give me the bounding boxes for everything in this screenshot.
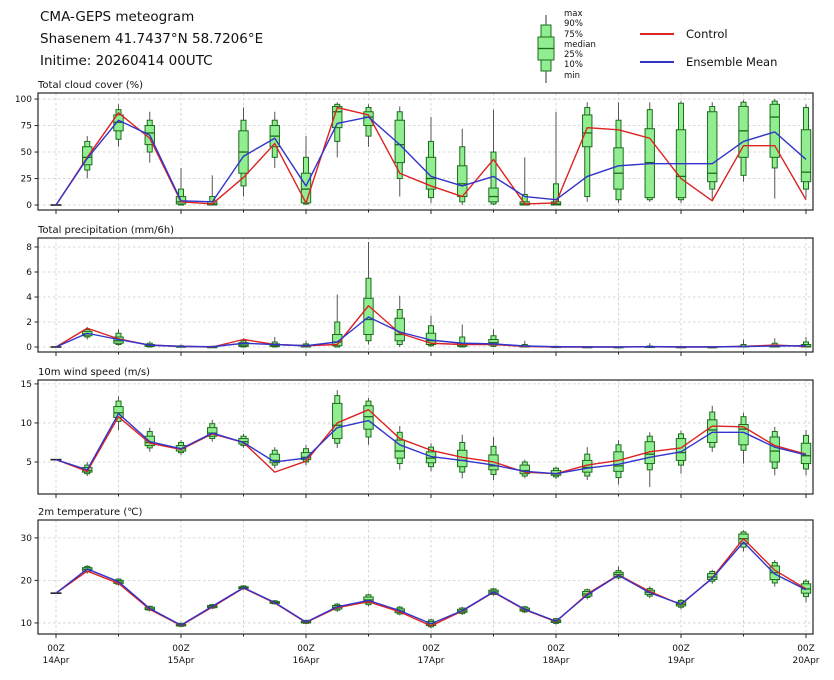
boxplot [270, 447, 279, 468]
x-tick-label-date: 18Apr [542, 656, 569, 666]
boxplot [114, 104, 123, 146]
boxplot [770, 427, 779, 475]
boxplot [333, 390, 342, 448]
boxplot [239, 108, 248, 197]
panel-frame [38, 238, 813, 352]
y-tick-label: 4 [26, 293, 32, 303]
boxplot [739, 413, 748, 464]
y-tick-label: 0 [26, 343, 32, 353]
x-tick-label-time: 00Z [547, 644, 565, 654]
boxplot [489, 110, 498, 205]
x-tick-label-date: 16Apr [292, 656, 319, 666]
boxplot [270, 337, 279, 347]
panel-temperature-2m: 2m temperature (℃) 10 20 30 [21, 507, 813, 638]
y-tick-label: 50 [21, 148, 33, 158]
x-tick-label-time: 00Z [797, 644, 815, 654]
x-tick-label-date: 20Apr [792, 656, 819, 666]
panel-title: Total precipitation (mm/6h) [37, 225, 174, 236]
x-tick-label-date: 14Apr [42, 656, 69, 666]
y-tick-label: 6 [26, 268, 32, 278]
ensemble-mean-line [56, 542, 806, 625]
meteogram-panels: Total cloud cover (%)0255075100Total pre… [0, 0, 834, 680]
x-tick-label-time: 00Z [172, 644, 190, 654]
x-tick-label-date: 17Apr [417, 656, 444, 666]
panel-total-precipitation: Total precipitation (mm/6h) 0 2 4 6 8 [26, 225, 813, 356]
y-tick-label: 100 [15, 95, 32, 105]
y-tick-label: 25 [21, 175, 32, 185]
y-axis: 0 2 4 6 8 [26, 243, 38, 353]
y-axis: 10 20 30 [21, 534, 38, 629]
y-tick-label: 30 [21, 534, 33, 544]
x-tick-label-time: 00Z [672, 644, 690, 654]
boxplot [614, 102, 623, 203]
panel-total-cloud-cover: Total cloud cover (%) 0 25 50 75 100 [15, 80, 813, 214]
boxplot [489, 437, 498, 480]
meteogram-page: CMA-GEPS meteogram Shasenem 41.7437°N 58… [0, 0, 834, 680]
gridlines [38, 238, 813, 352]
y-tick-label: 10 [21, 619, 33, 629]
boxplot [645, 432, 654, 487]
boxplot [801, 579, 810, 602]
boxplot [645, 102, 654, 202]
boxplot [520, 460, 529, 479]
panel-title: 2m temperature (℃) [38, 507, 142, 518]
y-tick-label: 2 [26, 318, 32, 328]
boxplot [395, 106, 404, 196]
boxplot [583, 447, 592, 480]
boxplot [364, 104, 373, 146]
boxplot [676, 101, 685, 203]
y-tick-label: 15 [21, 380, 32, 390]
y-tick-label: 0 [26, 201, 32, 211]
panel-frame [38, 93, 813, 210]
x-axis-ticks [56, 352, 806, 356]
gridlines [38, 93, 813, 210]
y-axis: 0 25 50 75 100 [15, 95, 38, 211]
y-tick-label: 20 [21, 576, 33, 586]
boxplot [520, 157, 529, 205]
x-axis-ticks [56, 210, 806, 214]
panel-frame [38, 520, 813, 634]
x-tick-label-time: 00Z [47, 644, 65, 654]
y-tick-label: 10 [21, 419, 33, 429]
boxplot [708, 102, 717, 200]
boxplot [395, 296, 404, 347]
y-tick-label: 75 [21, 122, 32, 132]
boxplot [614, 440, 623, 485]
boxplot [145, 112, 154, 163]
x-axis-ticks [56, 494, 806, 498]
x-tick-label-date: 19Apr [667, 656, 694, 666]
panel-wind-speed-10m: 10m wind speed (m/s) 5 10 15 [21, 367, 813, 498]
x-tick-label-time: 00Z [297, 644, 315, 654]
y-axis: 5 10 15 [21, 380, 38, 468]
boxplot [364, 242, 373, 345]
boxplot [801, 104, 810, 197]
boxplots [51, 530, 811, 628]
y-tick-label: 8 [26, 243, 32, 253]
boxplot [739, 530, 748, 551]
panel-title: 10m wind speed (m/s) [38, 367, 150, 378]
gridlines [38, 520, 813, 634]
x-axis-labels: 00Z 14Apr 00Z 15Apr 00Z 16Apr 00Z 17Apr 00Z 18Apr… [42, 644, 819, 666]
boxplot [426, 117, 435, 203]
boxplot [770, 99, 779, 199]
boxplot [395, 426, 404, 470]
x-tick-label-time: 00Z [422, 644, 440, 654]
y-tick-label: 5 [26, 458, 32, 468]
x-tick-label-date: 15Apr [167, 656, 194, 666]
panel-title: Total cloud cover (%) [37, 80, 143, 91]
